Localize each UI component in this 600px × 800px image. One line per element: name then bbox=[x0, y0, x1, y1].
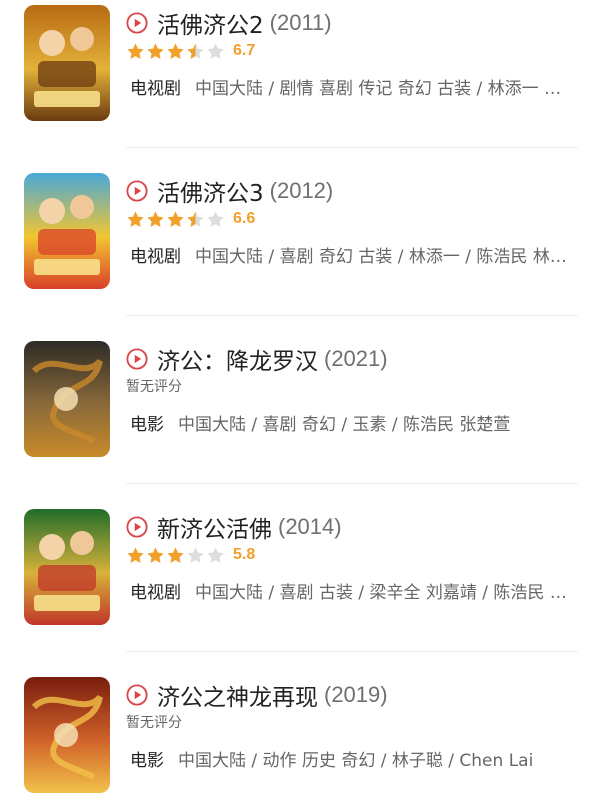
star-icon bbox=[206, 210, 225, 229]
title-row[interactable]: 济公之神龙再现 (2019) bbox=[126, 680, 388, 711]
poster-thumbnail[interactable] bbox=[24, 509, 110, 625]
item-title: 活佛济公2 bbox=[157, 13, 264, 39]
item-year: (2012) bbox=[269, 178, 334, 203]
item-title: 济公之神龙再现 bbox=[157, 685, 318, 711]
star-icon bbox=[126, 546, 145, 565]
item-title: 新济公活佛 bbox=[157, 517, 272, 543]
meta-row: 电视剧 中国大陆 / 剧情 喜剧 传记 奇幻 古装 / 林添一 … bbox=[130, 72, 580, 100]
poster-thumbnail[interactable] bbox=[24, 5, 110, 121]
monk-poster-icon bbox=[24, 5, 110, 121]
list-item[interactable]: 新济公活佛 (2014) 5.8 电视剧 中国大陆 / 喜剧 古装 / 梁辛全 刘嘉靖 … bbox=[0, 504, 600, 664]
title-row[interactable]: 济公：降龙罗汉 (2021) bbox=[126, 344, 388, 375]
star-icon bbox=[166, 42, 185, 61]
dragon-poster-icon bbox=[24, 677, 110, 793]
star-icon bbox=[166, 546, 185, 565]
rating-score: 5.8 bbox=[233, 546, 256, 563]
meta-row: 电视剧 中国大陆 / 喜剧 古装 / 梁辛全 刘嘉靖 / 陈浩民 … bbox=[130, 576, 580, 604]
star-icon bbox=[146, 210, 165, 229]
meta-row: 电影 中国大陆 / 喜剧 奇幻 / 玉素 / 陈浩民 张楚萱 bbox=[130, 408, 580, 436]
item-year: (2014) bbox=[278, 514, 342, 539]
star-icon bbox=[206, 42, 225, 61]
monk-poster-icon bbox=[24, 173, 110, 289]
meta-row: 电视剧 中国大陆 / 喜剧 奇幻 古装 / 林添一 / 陈浩民 林… bbox=[130, 240, 580, 268]
item-year: (2021) bbox=[324, 346, 388, 371]
star-rating bbox=[126, 42, 225, 61]
item-title: 济公：降龙罗汉 bbox=[157, 349, 318, 375]
star-icon bbox=[146, 42, 165, 61]
play-icon bbox=[126, 12, 148, 34]
movie-list: 活佛济公2 (2011) 6.7 电视剧 中国大陆 / 剧情 喜剧 传记 奇幻 古装 /… bbox=[0, 0, 600, 800]
divider bbox=[126, 315, 578, 316]
divider bbox=[126, 483, 578, 484]
meta-info: 中国大陆 / 喜剧 奇幻 / 玉素 / 陈浩民 张楚萱 bbox=[178, 414, 511, 435]
play-icon bbox=[126, 516, 148, 538]
media-type: 电视剧 bbox=[130, 246, 181, 267]
star-icon bbox=[186, 546, 205, 565]
star-icon bbox=[166, 210, 185, 229]
play-icon bbox=[126, 348, 148, 370]
meta-info: 中国大陆 / 喜剧 奇幻 古装 / 林添一 / 陈浩民 林… bbox=[195, 246, 567, 267]
rating-row: 6.7 bbox=[126, 40, 255, 62]
star-icon bbox=[186, 210, 205, 229]
monk-poster-icon bbox=[24, 509, 110, 625]
dragon-poster-icon bbox=[24, 341, 110, 457]
item-year: (2019) bbox=[324, 682, 388, 707]
item-year: (2011) bbox=[269, 10, 332, 35]
star-icon bbox=[126, 42, 145, 61]
list-item[interactable]: 济公：降龙罗汉 (2021) 暂无评分电影 中国大陆 / 喜剧 奇幻 / 玉素 / 陈… bbox=[0, 336, 600, 496]
rating-score: 6.7 bbox=[233, 42, 256, 59]
star-rating bbox=[126, 546, 225, 565]
no-rating-label: 暂无评分 bbox=[126, 379, 182, 395]
title-row[interactable]: 新济公活佛 (2014) bbox=[126, 512, 342, 543]
item-title: 活佛济公3 bbox=[157, 181, 264, 207]
meta-info: 中国大陆 / 剧情 喜剧 传记 奇幻 古装 / 林添一 … bbox=[195, 78, 562, 99]
no-rating-label: 暂无评分 bbox=[126, 715, 182, 731]
divider bbox=[126, 651, 578, 652]
media-type: 电视剧 bbox=[130, 582, 181, 603]
star-icon bbox=[186, 42, 205, 61]
list-item[interactable]: 活佛济公2 (2011) 6.7 电视剧 中国大陆 / 剧情 喜剧 传记 奇幻 古装 /… bbox=[0, 0, 600, 160]
list-item[interactable]: 济公之神龙再现 (2019) 暂无评分电影 中国大陆 / 动作 历史 奇幻 / 林子聪… bbox=[0, 672, 600, 800]
star-icon bbox=[146, 546, 165, 565]
rating-row: 6.6 bbox=[126, 208, 255, 230]
star-rating bbox=[126, 210, 225, 229]
star-icon bbox=[126, 210, 145, 229]
meta-row: 电影 中国大陆 / 动作 历史 奇幻 / 林子聪 / Chen Lai bbox=[130, 744, 580, 772]
star-icon bbox=[206, 546, 225, 565]
media-type: 电影 bbox=[130, 750, 164, 771]
title-row[interactable]: 活佛济公2 (2011) bbox=[126, 8, 332, 39]
rating-score: 6.6 bbox=[233, 210, 256, 227]
list-item[interactable]: 活佛济公3 (2012) 6.6 电视剧 中国大陆 / 喜剧 奇幻 古装 / 林添一 /… bbox=[0, 168, 600, 328]
play-icon bbox=[126, 684, 148, 706]
media-type: 电视剧 bbox=[130, 78, 181, 99]
poster-thumbnail[interactable] bbox=[24, 677, 110, 793]
rating-row: 5.8 bbox=[126, 544, 255, 566]
meta-info: 中国大陆 / 喜剧 古装 / 梁辛全 刘嘉靖 / 陈浩民 … bbox=[195, 582, 567, 603]
poster-thumbnail[interactable] bbox=[24, 341, 110, 457]
play-icon bbox=[126, 180, 148, 202]
divider bbox=[126, 147, 578, 148]
title-row[interactable]: 活佛济公3 (2012) bbox=[126, 176, 334, 207]
meta-info: 中国大陆 / 动作 历史 奇幻 / 林子聪 / Chen Lai bbox=[178, 750, 534, 771]
poster-thumbnail[interactable] bbox=[24, 173, 110, 289]
media-type: 电影 bbox=[130, 414, 164, 435]
